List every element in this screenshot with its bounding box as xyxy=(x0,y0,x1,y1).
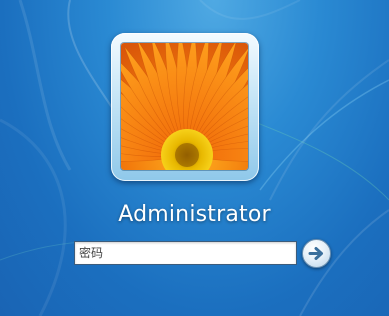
login-screen: Administrator xyxy=(0,0,389,316)
user-avatar xyxy=(121,43,248,170)
orange-flower-picture xyxy=(121,43,248,170)
arrow-right-icon xyxy=(308,247,323,260)
password-field[interactable] xyxy=(74,241,297,265)
user-avatar-frame xyxy=(111,33,259,181)
submit-button[interactable] xyxy=(302,239,331,268)
username-label: Administrator xyxy=(118,202,271,227)
